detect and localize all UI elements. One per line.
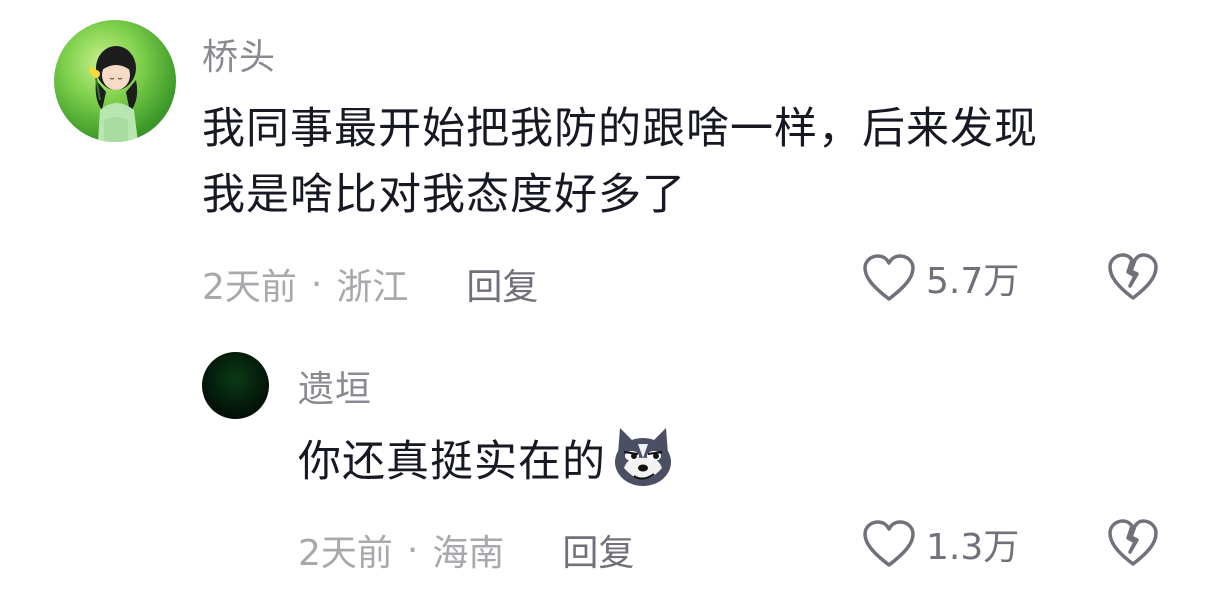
comment-text: 我同事最开始把我防的跟啥一样，后来发现 我是啥比对我态度好多了 bbox=[202, 96, 1038, 228]
heart-outline-icon bbox=[863, 520, 915, 567]
like-button[interactable]: 1.3万 bbox=[862, 518, 1019, 570]
meta-separator: · bbox=[406, 529, 419, 571]
comment-text-line2: 我是啥比对我态度好多了 bbox=[202, 170, 686, 220]
comment-time: 2天前 bbox=[202, 267, 297, 308]
comment-username[interactable]: 桥头 bbox=[202, 28, 276, 80]
reply-time: 2天前 bbox=[298, 533, 393, 574]
reply-text-container: 你还真挺实在的 bbox=[298, 424, 676, 495]
broken-heart-icon bbox=[1108, 253, 1158, 300]
husky-emoji-icon bbox=[615, 428, 671, 486]
like-count: 1.3万 bbox=[926, 527, 1020, 568]
reply-username[interactable]: 遗垣 bbox=[298, 360, 372, 412]
dislike-button[interactable] bbox=[1107, 518, 1159, 572]
reply-text: 你还真挺实在的 bbox=[298, 437, 606, 487]
comment-meta: 2天前 · 浙江 回复 bbox=[202, 258, 538, 310]
heart-outline-icon bbox=[863, 254, 915, 301]
avatar-illustration bbox=[89, 46, 138, 142]
like-button[interactable]: 5.7万 bbox=[862, 252, 1019, 304]
broken-heart-icon bbox=[1108, 519, 1158, 566]
comment-text-line1: 我同事最开始把我防的跟啥一样，后来发现 bbox=[202, 104, 1038, 154]
reply-button[interactable]: 回复 bbox=[562, 524, 634, 576]
dislike-button[interactable] bbox=[1107, 252, 1159, 306]
reply-location: 海南 bbox=[432, 533, 505, 574]
like-count: 5.7万 bbox=[926, 261, 1020, 302]
reply-button[interactable]: 回复 bbox=[466, 258, 538, 310]
meta-separator: · bbox=[310, 263, 323, 305]
reply-avatar[interactable] bbox=[202, 352, 269, 419]
comment-location: 浙江 bbox=[336, 267, 409, 308]
reply-meta: 2天前 · 海南 回复 bbox=[298, 524, 634, 576]
husky-smirk-emoji bbox=[610, 424, 676, 490]
avatar[interactable] bbox=[54, 20, 176, 142]
